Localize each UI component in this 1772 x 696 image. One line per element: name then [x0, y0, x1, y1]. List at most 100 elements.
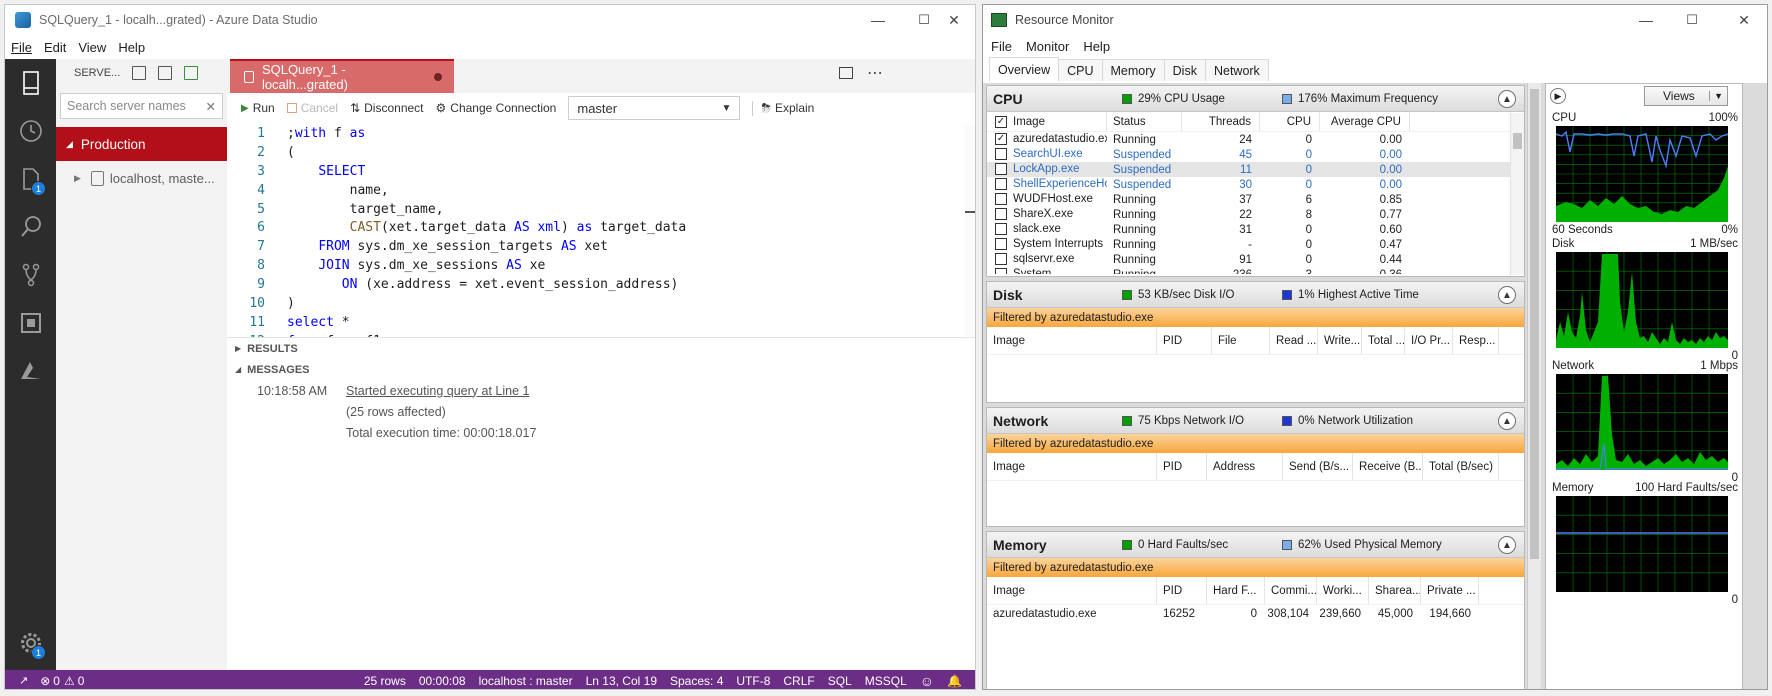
cancel-button[interactable]: Cancel	[286, 101, 338, 115]
table-row[interactable]: LockApp.exe Suspended 11 0 0.00	[987, 162, 1524, 177]
database-select[interactable]: master ▼	[568, 96, 741, 120]
process-checkbox[interactable]	[995, 253, 1007, 266]
select-all-checkbox[interactable]: ✓	[995, 115, 1007, 128]
col-send[interactable]: Send (B/s...	[1283, 453, 1353, 480]
menu-edit[interactable]: Edit	[44, 40, 66, 55]
collapse-icon[interactable]: ▲	[1498, 286, 1516, 304]
source-control-icon[interactable]	[5, 251, 56, 299]
table-row[interactable]: System Interrupts Running - 0 0.47	[987, 237, 1524, 252]
col-cpu[interactable]: CPU	[1260, 112, 1320, 131]
split-editor-icon[interactable]	[839, 67, 853, 79]
col-receive[interactable]: Receive (B...	[1353, 453, 1423, 480]
col-image[interactable]: Image	[987, 453, 1157, 480]
status-position[interactable]: Ln 13, Col 19	[586, 674, 657, 688]
col-image[interactable]: Image	[987, 327, 1157, 354]
process-checkbox[interactable]	[995, 208, 1007, 221]
results-section-header[interactable]: ▶ RESULTS	[227, 338, 975, 359]
change-connection-button[interactable]: ⚙ Change Connection	[436, 101, 557, 115]
menu-view[interactable]: View	[78, 40, 106, 55]
menu-file[interactable]: File	[11, 40, 32, 55]
menu-help[interactable]: Help	[1083, 39, 1110, 54]
col-pid[interactable]: PID	[1157, 577, 1207, 604]
new-server-group-icon[interactable]	[158, 66, 173, 80]
col-average-cpu[interactable]: Average CPU	[1320, 112, 1410, 131]
col-io-priority[interactable]: I/O Pr...	[1405, 327, 1453, 354]
status-spaces[interactable]: Spaces: 4	[670, 674, 723, 688]
close-icon[interactable]: ✕	[1721, 5, 1767, 35]
disk-section-header[interactable]: Disk 53 KB/sec Disk I/O 1% Highest Activ…	[987, 282, 1524, 308]
process-checkbox[interactable]: ✓	[995, 133, 1007, 146]
more-actions-icon[interactable]: ⋯	[867, 63, 883, 83]
new-connection-icon[interactable]	[132, 66, 147, 80]
status-language[interactable]: SQL	[828, 674, 852, 688]
table-row[interactable]: azuredatastudio.exe 16252 0 308,104 239,…	[987, 605, 1524, 623]
error-count[interactable]: 0	[53, 674, 60, 688]
errors-icon[interactable]: ⊗	[40, 674, 50, 688]
tab-memory[interactable]: Memory	[1101, 59, 1165, 81]
collapse-icon[interactable]: ▲	[1498, 90, 1516, 108]
search-icon[interactable]	[5, 203, 56, 251]
process-checkbox[interactable]	[995, 238, 1007, 251]
menu-help[interactable]: Help	[118, 40, 145, 55]
feedback-smiley-icon[interactable]: ☺	[920, 673, 934, 689]
minimize-icon[interactable]: —	[1623, 5, 1669, 35]
cpu-section-header[interactable]: CPU 29% CPU Usage 176% Maximum Frequency…	[987, 86, 1524, 112]
col-pid[interactable]: PID	[1157, 453, 1207, 480]
menu-monitor[interactable]: Monitor	[1026, 39, 1069, 54]
process-checkbox[interactable]	[995, 163, 1007, 176]
col-image[interactable]: Image	[987, 577, 1157, 604]
tab-disk[interactable]: Disk	[1163, 59, 1206, 81]
cpu-scrollbar[interactable]	[1510, 113, 1524, 275]
maximize-icon[interactable]: ☐	[1669, 5, 1715, 35]
extensions-icon[interactable]	[5, 299, 56, 347]
col-shareable[interactable]: Sharea...	[1369, 577, 1421, 604]
network-section-header[interactable]: Network 75 Kbps Network I/O 0% Network U…	[987, 408, 1524, 434]
disconnect-button[interactable]: ⇅ Disconnect	[350, 101, 423, 115]
table-row[interactable]: WUDFHost.exe Running 37 6 0.85	[987, 192, 1524, 207]
status-server[interactable]: localhost : master	[479, 674, 573, 688]
table-row[interactable]: ShellExperienceHo... Suspended 30 0 0.00	[987, 177, 1524, 192]
servers-icon[interactable]	[5, 59, 56, 107]
process-checkbox[interactable]	[995, 223, 1007, 236]
col-pid[interactable]: PID	[1157, 327, 1212, 354]
minimize-icon[interactable]: —	[855, 5, 901, 35]
warning-count[interactable]: 0	[78, 674, 85, 688]
code-line[interactable]: 11 select *	[227, 314, 965, 333]
process-checkbox[interactable]	[995, 178, 1007, 191]
explain-button[interactable]: ⛈ Explain	[752, 100, 814, 116]
status-encoding[interactable]: UTF-8	[736, 674, 770, 688]
process-checkbox[interactable]	[995, 193, 1007, 206]
messages-section-header[interactable]: ◢ MESSAGES	[227, 359, 975, 380]
col-working[interactable]: Worki...	[1317, 577, 1369, 604]
status-rows[interactable]: 25 rows	[364, 674, 406, 688]
code-line[interactable]: 9 ON (xe.address = xet.event_session_add…	[227, 276, 965, 295]
remote-icon[interactable]: ↗	[19, 674, 28, 687]
col-write[interactable]: Write...	[1318, 327, 1362, 354]
views-dropdown[interactable]: Views ▼	[1644, 86, 1728, 106]
server-search-input[interactable]: Search server names ✕	[60, 93, 223, 119]
code-line[interactable]: 1 ;with f as	[227, 125, 965, 144]
code-line[interactable]: 10)	[227, 295, 965, 314]
warnings-icon[interactable]: ⚠	[64, 674, 75, 688]
process-checkbox[interactable]	[995, 268, 1007, 274]
server-group-production[interactable]: ◢ Production	[56, 127, 227, 161]
col-hard-faults[interactable]: Hard F...	[1207, 577, 1265, 604]
tab-network[interactable]: Network	[1204, 59, 1269, 81]
status-provider[interactable]: MSSQL	[865, 674, 907, 688]
col-status[interactable]: Status	[1107, 112, 1182, 131]
col-commit[interactable]: Commi...	[1265, 577, 1317, 604]
collapse-icon[interactable]: ▲	[1498, 536, 1516, 554]
memory-section-header[interactable]: Memory 0 Hard Faults/sec 62% Used Physic…	[987, 532, 1524, 558]
table-row[interactable]: SystemRunning23630.36	[987, 267, 1524, 274]
col-file[interactable]: File	[1212, 327, 1270, 354]
col-read[interactable]: Read ...	[1270, 327, 1318, 354]
tab-sqlquery-1[interactable]: SQLQuery_1 - localh...grated)	[230, 59, 454, 93]
code-line[interactable]: 3 SELECT	[227, 163, 965, 182]
table-row[interactable]: slack.exe Running 31 0 0.60	[987, 222, 1524, 237]
explorer-icon[interactable]: 1	[5, 155, 56, 203]
history-icon[interactable]	[5, 107, 56, 155]
code-line[interactable]: 5 target_name,	[227, 201, 965, 220]
menu-file[interactable]: File	[991, 39, 1012, 54]
code-editor[interactable]: 1 ;with f as 2(3 SELECT 4 name, 5 target_nam…	[227, 125, 965, 337]
table-row[interactable]: sqlservr.exe Running 91 0 0.44	[987, 252, 1524, 267]
